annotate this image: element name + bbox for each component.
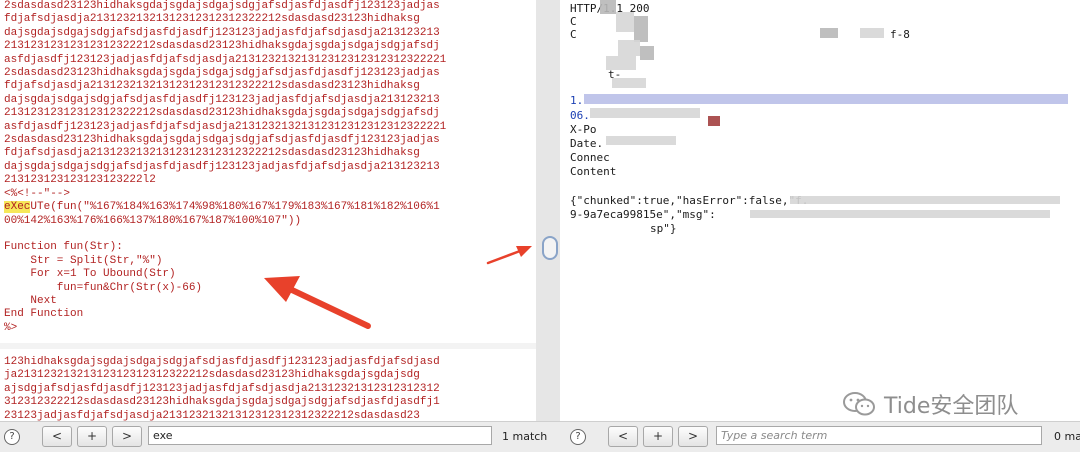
redaction-block	[708, 116, 720, 126]
match-count: 1 match	[502, 430, 548, 443]
response-header-line: C	[570, 28, 577, 41]
request-code-top: 2sdasdasd23123hidhaksgdajsgdajsdgajsdgja…	[4, 0, 522, 335]
redaction-block	[600, 0, 616, 14]
left-search-bar: ? < + > 1 match	[0, 421, 560, 452]
response-header-line: C	[570, 15, 577, 28]
response-json-line: {"chunked":true,"hasError":false,"f.	[570, 194, 809, 207]
search-input[interactable]	[148, 426, 492, 445]
response-json-line: sp"}	[650, 222, 677, 235]
redaction-block	[584, 94, 1068, 104]
response-header-tail: f-8	[890, 28, 910, 41]
response-blue-line: 1.	[570, 94, 584, 107]
redaction-block	[606, 136, 676, 145]
redaction-block	[590, 108, 700, 118]
search-match-highlight: eXec	[4, 201, 31, 214]
right-search-bar: ? < + > 0 ma	[560, 421, 1080, 452]
watermark: Tide安全团队	[842, 388, 1018, 420]
help-icon[interactable]: ?	[4, 429, 20, 445]
response-header-date: Date.	[570, 137, 604, 150]
request-code-bottom: 123hidhaksgdajsgdajsdgajsdgjafsdjasfdjas…	[4, 356, 440, 422]
redaction-block	[606, 56, 636, 70]
request-editor-pane[interactable]: 2sdasdasd23123hidhaksgdajsgdajsdgajsdgja…	[0, 0, 536, 452]
response-blue-line: 06.	[570, 109, 590, 122]
execute-code: UTe(fun("%167%184%163%174%98%180%167%179…	[4, 201, 440, 334]
next-match-button[interactable]: >	[678, 426, 708, 447]
redaction-block	[640, 46, 654, 60]
match-count: 0 ma	[1054, 430, 1080, 443]
pane-divider[interactable]	[536, 0, 560, 452]
redaction-block	[612, 78, 646, 88]
code-junk-text: 2sdasdasd23123hidhaksgdajsgdajsdgajsdgja…	[4, 0, 447, 200]
help-icon[interactable]: ?	[570, 429, 586, 445]
redaction-block	[616, 12, 634, 32]
redaction-block	[634, 16, 648, 42]
prev-match-button[interactable]: <	[42, 426, 72, 447]
prev-match-button[interactable]: <	[608, 426, 638, 447]
redaction-block	[860, 28, 884, 38]
response-json-line: 9-9a7eca99815e","msg":	[570, 208, 716, 221]
watermark-text: Tide安全团队	[884, 394, 1019, 419]
response-header-xpowered: X-Po	[570, 123, 597, 136]
response-pane[interactable]: HTTP/1.1 200 C C f-8 t- 1. 06. X-Po Date…	[560, 0, 1080, 452]
editor-gap	[0, 343, 536, 349]
next-match-button[interactable]: >	[112, 426, 142, 447]
response-header-content: Content	[570, 165, 617, 178]
response-header-connection: Connec	[570, 151, 610, 164]
divider-handle[interactable]	[542, 236, 558, 260]
add-button[interactable]: +	[77, 426, 107, 447]
redaction-block	[750, 210, 1050, 218]
add-button[interactable]: +	[643, 426, 673, 447]
wechat-icon	[842, 391, 876, 417]
redaction-block	[820, 28, 838, 38]
redaction-block	[618, 40, 640, 56]
search-input[interactable]	[716, 426, 1042, 445]
redaction-block	[790, 196, 1060, 204]
